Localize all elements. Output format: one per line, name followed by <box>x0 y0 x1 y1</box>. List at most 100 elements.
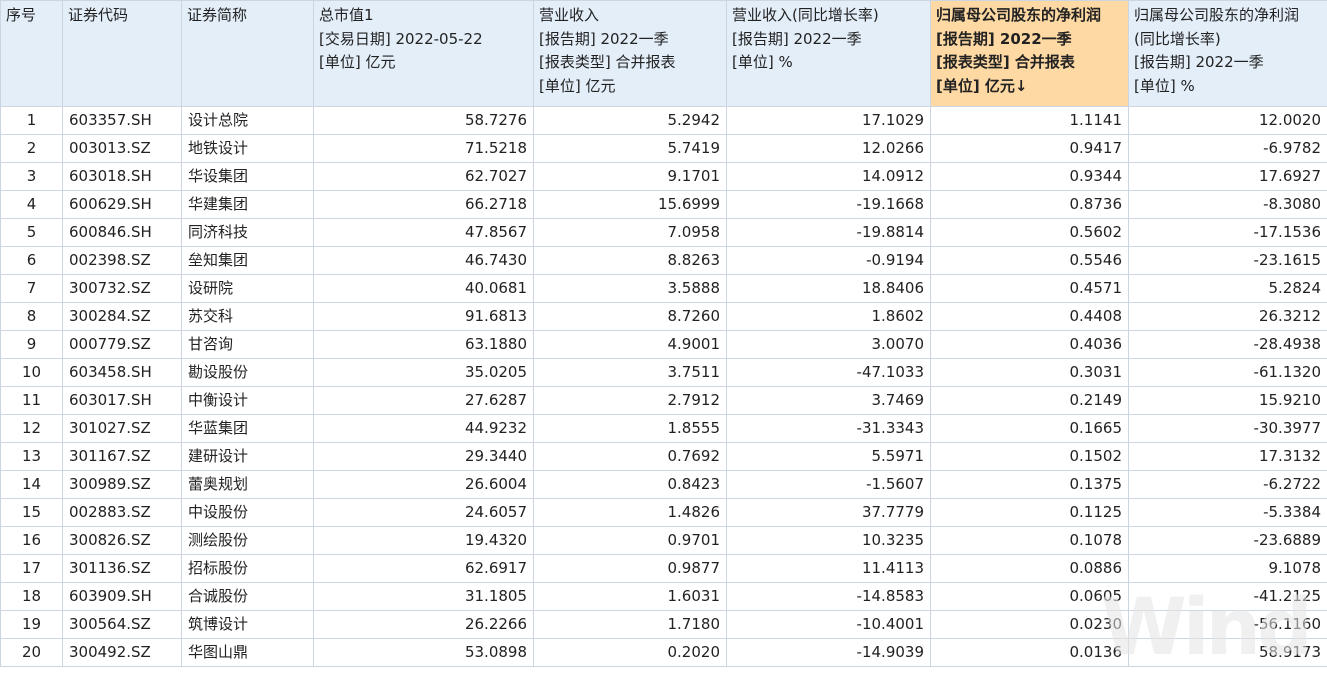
market-cap-value[interactable]: 66.2718 <box>314 191 534 219</box>
security-name[interactable]: 筑博设计 <box>182 611 314 639</box>
net-profit-value[interactable]: 0.0886 <box>931 555 1129 583</box>
table-row[interactable]: 11603017.SH中衡设计27.62872.79123.74690.2149… <box>1 387 1327 415</box>
net-profit-yoy-value[interactable]: -5.3384 <box>1129 499 1327 527</box>
security-code[interactable]: 300989.SZ <box>63 471 182 499</box>
revenue-value[interactable]: 7.0958 <box>534 219 727 247</box>
net-profit-yoy-value[interactable]: 26.3212 <box>1129 303 1327 331</box>
table-row[interactable]: 13301167.SZ建研设计29.34400.76925.59710.1502… <box>1 443 1327 471</box>
net-profit-value[interactable]: 0.9344 <box>931 163 1129 191</box>
column-header-market-cap[interactable]: 总市值1 [交易日期] 2022-05-22 [单位] 亿元 <box>314 1 534 107</box>
market-cap-value[interactable]: 63.1880 <box>314 331 534 359</box>
net-profit-yoy-value[interactable]: -61.1320 <box>1129 359 1327 387</box>
column-header-code[interactable]: 证券代码 <box>63 1 182 107</box>
row-seq[interactable]: 1 <box>1 107 63 135</box>
net-profit-yoy-value[interactable]: 17.3132 <box>1129 443 1327 471</box>
revenue-value[interactable]: 3.5888 <box>534 275 727 303</box>
table-row[interactable]: 15002883.SZ中设股份24.60571.482637.77790.112… <box>1 499 1327 527</box>
market-cap-value[interactable]: 62.6917 <box>314 555 534 583</box>
net-profit-yoy-value[interactable]: 15.9210 <box>1129 387 1327 415</box>
market-cap-value[interactable]: 31.1805 <box>314 583 534 611</box>
security-code[interactable]: 300492.SZ <box>63 639 182 667</box>
net-profit-yoy-value[interactable]: 9.1078 <box>1129 555 1327 583</box>
revenue-yoy-value[interactable]: 1.8602 <box>727 303 931 331</box>
security-code[interactable]: 300826.SZ <box>63 527 182 555</box>
net-profit-value[interactable]: 0.0605 <box>931 583 1129 611</box>
net-profit-value[interactable]: 0.1078 <box>931 527 1129 555</box>
market-cap-value[interactable]: 19.4320 <box>314 527 534 555</box>
market-cap-value[interactable]: 46.7430 <box>314 247 534 275</box>
security-name[interactable]: 苏交科 <box>182 303 314 331</box>
security-name[interactable]: 设研院 <box>182 275 314 303</box>
net-profit-yoy-value[interactable]: 12.0020 <box>1129 107 1327 135</box>
market-cap-value[interactable]: 53.0898 <box>314 639 534 667</box>
security-code[interactable]: 003013.SZ <box>63 135 182 163</box>
net-profit-value[interactable]: 0.4408 <box>931 303 1129 331</box>
net-profit-value[interactable]: 0.1502 <box>931 443 1129 471</box>
row-seq[interactable]: 19 <box>1 611 63 639</box>
net-profit-value[interactable]: 0.4571 <box>931 275 1129 303</box>
table-row[interactable]: 10603458.SH勘设股份35.02053.7511-47.10330.30… <box>1 359 1327 387</box>
security-code[interactable]: 300564.SZ <box>63 611 182 639</box>
security-name[interactable]: 设计总院 <box>182 107 314 135</box>
revenue-yoy-value[interactable]: 11.4113 <box>727 555 931 583</box>
security-name[interactable]: 测绘股份 <box>182 527 314 555</box>
revenue-value[interactable]: 5.7419 <box>534 135 727 163</box>
security-code[interactable]: 603017.SH <box>63 387 182 415</box>
row-seq[interactable]: 12 <box>1 415 63 443</box>
net-profit-yoy-value[interactable]: -17.1536 <box>1129 219 1327 247</box>
net-profit-value[interactable]: 0.9417 <box>931 135 1129 163</box>
security-name[interactable]: 同济科技 <box>182 219 314 247</box>
column-header-revenue[interactable]: 营业收入 [报告期] 2022一季 [报表类型] 合并报表 [单位] 亿元 <box>534 1 727 107</box>
security-code[interactable]: 002398.SZ <box>63 247 182 275</box>
net-profit-yoy-value[interactable]: -23.6889 <box>1129 527 1327 555</box>
revenue-value[interactable]: 0.2020 <box>534 639 727 667</box>
column-header-net-profit-yoy[interactable]: 归属母公司股东的净利润 (同比增长率) [报告期] 2022一季 [单位] % <box>1129 1 1327 107</box>
net-profit-value[interactable]: 1.1141 <box>931 107 1129 135</box>
revenue-yoy-value[interactable]: 3.7469 <box>727 387 931 415</box>
security-code[interactable]: 000779.SZ <box>63 331 182 359</box>
net-profit-yoy-value[interactable]: 58.9173 <box>1129 639 1327 667</box>
revenue-yoy-value[interactable]: 18.8406 <box>727 275 931 303</box>
security-name[interactable]: 华建集团 <box>182 191 314 219</box>
security-code[interactable]: 600629.SH <box>63 191 182 219</box>
row-seq[interactable]: 6 <box>1 247 63 275</box>
row-seq[interactable]: 20 <box>1 639 63 667</box>
security-code[interactable]: 301136.SZ <box>63 555 182 583</box>
net-profit-value[interactable]: 0.5602 <box>931 219 1129 247</box>
revenue-value[interactable]: 5.2942 <box>534 107 727 135</box>
revenue-value[interactable]: 1.7180 <box>534 611 727 639</box>
net-profit-yoy-value[interactable]: -41.2125 <box>1129 583 1327 611</box>
revenue-yoy-value[interactable]: 14.0912 <box>727 163 931 191</box>
revenue-yoy-value[interactable]: 3.0070 <box>727 331 931 359</box>
security-name[interactable]: 华图山鼎 <box>182 639 314 667</box>
revenue-yoy-value[interactable]: -10.4001 <box>727 611 931 639</box>
revenue-value[interactable]: 8.7260 <box>534 303 727 331</box>
market-cap-value[interactable]: 27.6287 <box>314 387 534 415</box>
table-row[interactable]: 16300826.SZ测绘股份19.43200.970110.32350.107… <box>1 527 1327 555</box>
table-row[interactable]: 14300989.SZ蕾奥规划26.60040.8423-1.56070.137… <box>1 471 1327 499</box>
security-name[interactable]: 合诚股份 <box>182 583 314 611</box>
security-name[interactable]: 蕾奥规划 <box>182 471 314 499</box>
revenue-yoy-value[interactable]: -19.8814 <box>727 219 931 247</box>
net-profit-value[interactable]: 0.8736 <box>931 191 1129 219</box>
row-seq[interactable]: 17 <box>1 555 63 583</box>
revenue-yoy-value[interactable]: -14.8583 <box>727 583 931 611</box>
row-seq[interactable]: 9 <box>1 331 63 359</box>
row-seq[interactable]: 13 <box>1 443 63 471</box>
net-profit-value[interactable]: 0.2149 <box>931 387 1129 415</box>
column-header-net-profit-sorted[interactable]: 归属母公司股东的净利润 [报告期] 2022一季 [报表类型] 合并报表 [单位… <box>931 1 1129 107</box>
row-seq[interactable]: 2 <box>1 135 63 163</box>
revenue-value[interactable]: 15.6999 <box>534 191 727 219</box>
security-name[interactable]: 垒知集团 <box>182 247 314 275</box>
market-cap-value[interactable]: 35.0205 <box>314 359 534 387</box>
revenue-yoy-value[interactable]: 12.0266 <box>727 135 931 163</box>
security-code[interactable]: 300732.SZ <box>63 275 182 303</box>
market-cap-value[interactable]: 44.9232 <box>314 415 534 443</box>
net-profit-value[interactable]: 0.3031 <box>931 359 1129 387</box>
security-name[interactable]: 建研设计 <box>182 443 314 471</box>
net-profit-yoy-value[interactable]: -6.2722 <box>1129 471 1327 499</box>
net-profit-yoy-value[interactable]: -6.9782 <box>1129 135 1327 163</box>
revenue-value[interactable]: 8.8263 <box>534 247 727 275</box>
table-row[interactable]: 5600846.SH同济科技47.85677.0958-19.88140.560… <box>1 219 1327 247</box>
security-name[interactable]: 中衡设计 <box>182 387 314 415</box>
